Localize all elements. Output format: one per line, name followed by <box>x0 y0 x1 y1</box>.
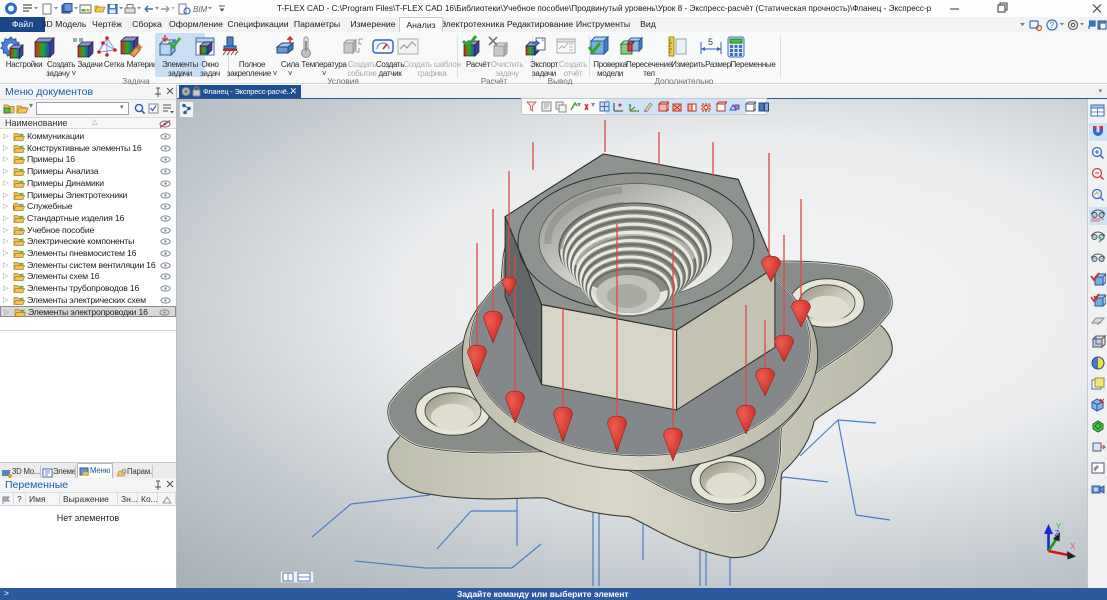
svg-text:Z: Z <box>1055 529 1060 538</box>
svg-text:X: X <box>1070 542 1076 551</box>
